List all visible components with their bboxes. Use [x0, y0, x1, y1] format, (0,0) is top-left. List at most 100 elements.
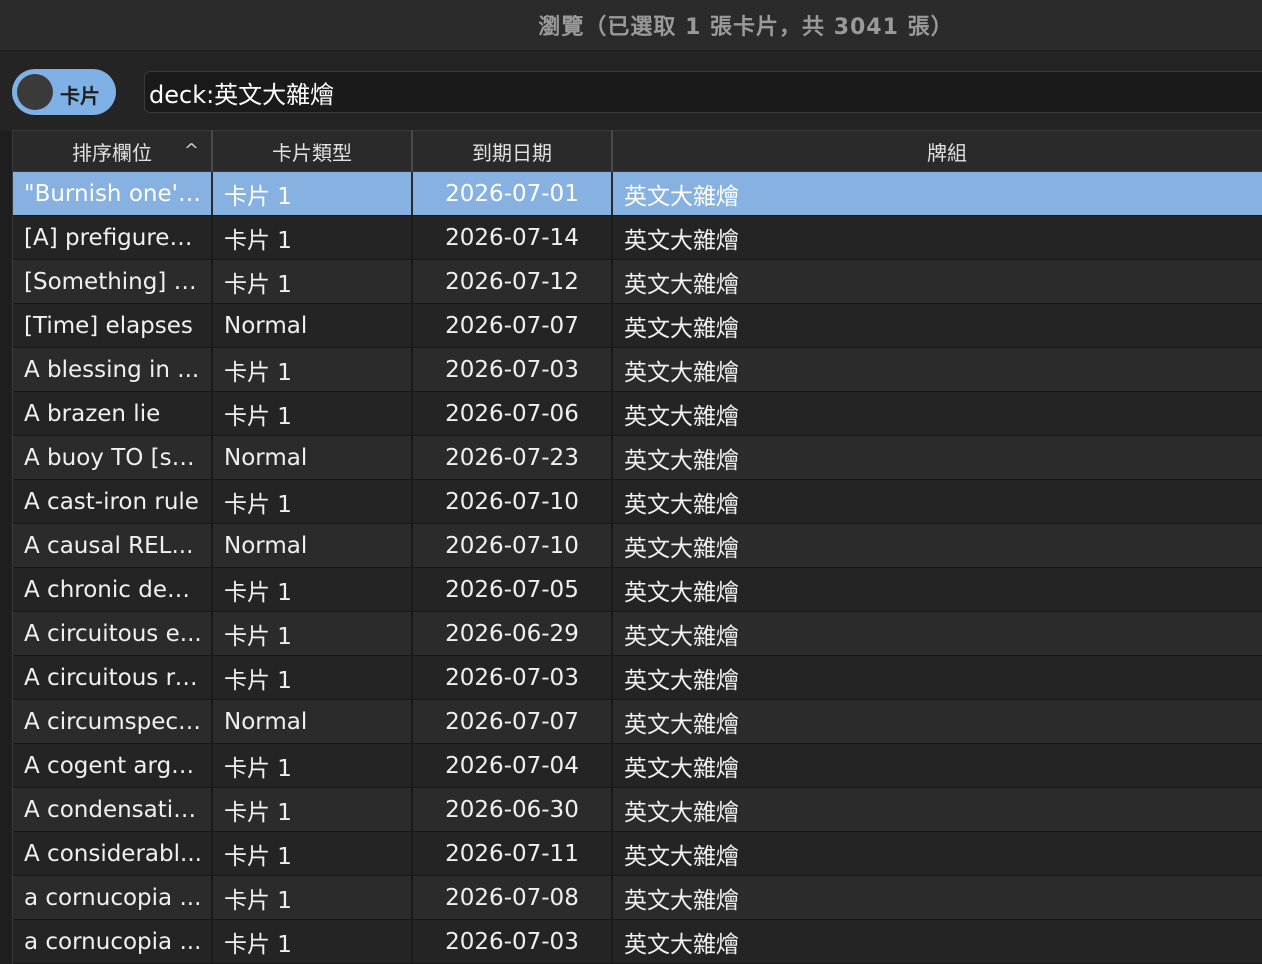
cell-due-date: 2026-07-01 — [413, 172, 613, 215]
sort-ascending-icon: ^ — [183, 140, 199, 161]
cell-card-type: 卡片 1 — [213, 612, 413, 655]
column-header-due-date[interactable]: 到期日期 — [413, 131, 613, 171]
cell-sort-field: a cornucopia ... — [13, 876, 213, 919]
cell-card-type: 卡片 1 — [213, 216, 413, 259]
cell-sort-field: A circuitous e... — [13, 612, 213, 655]
table-row[interactable]: [Time] elapses Normal 2026-07-07 英文大雜燴 — [13, 304, 1262, 348]
cell-deck: 英文大雜燴 — [624, 315, 739, 342]
table-row[interactable]: A blessing in ... 卡片 1 2026-07-03 英文大雜燴 — [13, 348, 1262, 392]
cell-due-date: 2026-07-12 — [413, 260, 613, 303]
cell-deck: 英文大雜燴 — [624, 403, 739, 430]
table-row[interactable]: A circuitous ro... 卡片 1 2026-07-03 英文大雜燴 — [13, 656, 1262, 700]
cell-due-date: 2026-07-07 — [413, 700, 613, 743]
cell-card-type: 卡片 1 — [213, 920, 413, 963]
cell-card-type: 卡片 1 — [213, 876, 413, 919]
cell-due-date: 2026-07-23 — [413, 436, 613, 479]
cell-sort-field: A considerabl... — [13, 832, 213, 875]
cell-deck: 英文大雜燴 — [624, 711, 739, 738]
cell-sort-field: A causal REL... — [13, 524, 213, 567]
table-row[interactable]: A cogent argu... 卡片 1 2026-07-04 英文大雜燴 — [13, 744, 1262, 788]
window-title: 瀏覽（已選取 1 張卡片，共 3041 張） — [538, 15, 954, 40]
cell-deck: 英文大雜燴 — [624, 579, 739, 606]
cell-sort-field: [A] prefigures ... — [13, 216, 213, 259]
cell-card-type: 卡片 1 — [213, 568, 413, 611]
cell-sort-field: a cornucopia ... — [13, 920, 213, 963]
cell-due-date: 2026-07-05 — [413, 568, 613, 611]
cell-sort-field: [Something] p... — [13, 260, 213, 303]
card-table: 排序欄位 ^ 卡片類型 到期日期 牌組 "Burnish one's... 卡片 … — [12, 130, 1262, 964]
cell-sort-field: A cast-iron rule — [13, 480, 213, 523]
column-header-deck[interactable]: 牌組 — [613, 131, 1262, 171]
cell-due-date: 2026-07-04 — [413, 744, 613, 787]
cards-notes-toggle[interactable]: 卡片 — [12, 69, 116, 115]
cell-deck: 英文大雜燴 — [624, 799, 739, 826]
cell-deck: 英文大雜燴 — [624, 271, 739, 298]
cell-card-type: Normal — [213, 524, 413, 567]
table-row[interactable]: A buoy TO [so... Normal 2026-07-23 英文大雜燴 — [13, 436, 1262, 480]
cell-card-type: Normal — [213, 700, 413, 743]
cell-sort-field: A circuitous ro... — [13, 656, 213, 699]
table-row[interactable]: A considerabl... 卡片 1 2026-07-11 英文大雜燴 — [13, 832, 1262, 876]
table-row[interactable]: a cornucopia ... 卡片 1 2026-07-08 英文大雜燴 — [13, 876, 1262, 920]
cell-deck: 英文大雜燴 — [624, 623, 739, 650]
cell-card-type: 卡片 1 — [213, 744, 413, 787]
table-body: "Burnish one's... 卡片 1 2026-07-01 英文大雜燴 [A] … — [13, 172, 1262, 964]
cell-due-date: 2026-07-10 — [413, 480, 613, 523]
cell-sort-field: A blessing in ... — [13, 348, 213, 391]
search-input[interactable] — [144, 71, 1262, 113]
cell-card-type: Normal — [213, 436, 413, 479]
table-row[interactable]: A circumspect... Normal 2026-07-07 英文大雜燴 — [13, 700, 1262, 744]
table-row[interactable]: "Burnish one's... 卡片 1 2026-07-01 英文大雜燴 — [13, 172, 1262, 216]
cell-deck: 英文大雜燴 — [624, 931, 739, 958]
cell-deck: 英文大雜燴 — [624, 227, 739, 254]
cell-deck: 英文大雜燴 — [624, 447, 739, 474]
table-row[interactable]: A circuitous e... 卡片 1 2026-06-29 英文大雜燴 — [13, 612, 1262, 656]
cell-due-date: 2026-07-10 — [413, 524, 613, 567]
cell-deck: 英文大雜燴 — [624, 183, 739, 210]
cell-sort-field: A cogent argu... — [13, 744, 213, 787]
cell-card-type: 卡片 1 — [213, 260, 413, 303]
column-header-label: 排序欄位 — [72, 140, 152, 165]
table-header: 排序欄位 ^ 卡片類型 到期日期 牌組 — [13, 130, 1262, 172]
column-header-label: 到期日期 — [472, 140, 552, 165]
cell-deck: 英文大雜燴 — [624, 755, 739, 782]
cell-deck: 英文大雜燴 — [624, 887, 739, 914]
cell-card-type: 卡片 1 — [213, 832, 413, 875]
cell-due-date: 2026-07-14 — [413, 216, 613, 259]
column-header-sort-field[interactable]: 排序欄位 ^ — [13, 131, 213, 171]
cell-sort-field: A condensatio... — [13, 788, 213, 831]
cell-due-date: 2026-06-30 — [413, 788, 613, 831]
cell-due-date: 2026-06-29 — [413, 612, 613, 655]
table-row[interactable]: [Something] p... 卡片 1 2026-07-12 英文大雜燴 — [13, 260, 1262, 304]
cell-sort-field: A chronic dearth — [13, 568, 213, 611]
table-row[interactable]: A cast-iron rule 卡片 1 2026-07-10 英文大雜燴 — [13, 480, 1262, 524]
title-bar: 瀏覽（已選取 1 張卡片，共 3041 張） — [0, 0, 1262, 51]
table-row[interactable]: A condensatio... 卡片 1 2026-06-30 英文大雜燴 — [13, 788, 1262, 832]
cell-sort-field: A circumspect... — [13, 700, 213, 743]
table-row[interactable]: A causal REL... Normal 2026-07-10 英文大雜燴 — [13, 524, 1262, 568]
column-header-card-type[interactable]: 卡片類型 — [213, 131, 413, 171]
cell-due-date: 2026-07-03 — [413, 656, 613, 699]
toggle-knob-icon — [17, 74, 53, 110]
toggle-label: 卡片 — [60, 84, 100, 108]
cell-card-type: 卡片 1 — [213, 480, 413, 523]
cell-card-type: 卡片 1 — [213, 656, 413, 699]
cell-sort-field: A brazen lie — [13, 392, 213, 435]
cell-deck: 英文大雜燴 — [624, 491, 739, 518]
cell-deck: 英文大雜燴 — [624, 843, 739, 870]
toolbar: 卡片 — [0, 51, 1262, 131]
table-row[interactable]: [A] prefigures ... 卡片 1 2026-07-14 英文大雜燴 — [13, 216, 1262, 260]
cell-sort-field: A buoy TO [so... — [13, 436, 213, 479]
table-row[interactable]: A chronic dearth 卡片 1 2026-07-05 英文大雜燴 — [13, 568, 1262, 612]
table-row[interactable]: a cornucopia ... 卡片 1 2026-07-03 英文大雜燴 — [13, 920, 1262, 964]
cell-card-type: 卡片 1 — [213, 348, 413, 391]
cell-sort-field: [Time] elapses — [13, 304, 213, 347]
cell-due-date: 2026-07-07 — [413, 304, 613, 347]
cell-deck: 英文大雜燴 — [624, 667, 739, 694]
table-row[interactable]: A brazen lie 卡片 1 2026-07-06 英文大雜燴 — [13, 392, 1262, 436]
cell-card-type: Normal — [213, 304, 413, 347]
cell-due-date: 2026-07-08 — [413, 876, 613, 919]
cell-sort-field: "Burnish one's... — [13, 172, 213, 215]
cell-deck: 英文大雜燴 — [624, 359, 739, 386]
cell-card-type: 卡片 1 — [213, 788, 413, 831]
